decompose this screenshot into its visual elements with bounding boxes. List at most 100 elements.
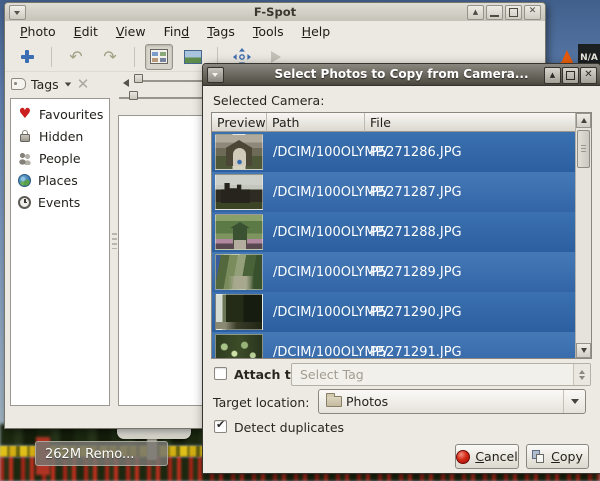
scroll-down-button[interactable] (576, 343, 591, 358)
maximize-button[interactable] (505, 5, 522, 20)
dialog-titlebar[interactable]: Select Photos to Copy from Camera... (203, 64, 600, 86)
cancel-button[interactable]: Cancel (455, 444, 519, 469)
column-header-preview[interactable]: Preview (212, 113, 267, 132)
fspot-titlebar[interactable]: F-Spot (5, 3, 545, 22)
copy-button[interactable]: Copy (526, 444, 589, 469)
copy-button-label: Copy (551, 449, 583, 464)
detect-duplicates-row: Detect duplicates (203, 418, 600, 436)
dialog-maximize-button[interactable] (562, 67, 579, 84)
toolbar-separator (134, 47, 135, 67)
combo-dropdown-button[interactable] (563, 390, 585, 413)
cell-path: /DCIM/100OLYMP/ (267, 225, 365, 240)
tag-item-people[interactable]: People (11, 147, 109, 169)
single-image-icon (184, 50, 202, 64)
close-button[interactable] (524, 5, 541, 20)
attach-tag-checkbox[interactable] (214, 367, 227, 380)
photo-thumbnail (215, 254, 263, 290)
tag-list: ♥ Favourites Hidden People Places Events (10, 98, 110, 406)
cell-file: P5271286.JPG (365, 145, 575, 160)
table-row[interactable]: /DCIM/100OLYMP/ P5271289.JPG (212, 252, 575, 292)
scrollbar-thumb[interactable] (577, 130, 590, 168)
photo-table: Preview Path File /DCIM/100OLYMP/ P52712… (211, 112, 592, 359)
timeline-track-upper (135, 80, 207, 82)
detect-duplicates-checkbox[interactable] (214, 420, 227, 433)
import-button[interactable] (13, 44, 41, 70)
pane-splitter[interactable] (112, 233, 117, 249)
target-location-row: Target location: Photos (203, 388, 600, 414)
padlock-icon (18, 130, 32, 143)
clock-icon (18, 196, 31, 209)
rotate-right-button[interactable]: ↷ (96, 44, 124, 70)
combo-spinner-icon[interactable] (573, 364, 590, 385)
menu-view[interactable]: View (107, 21, 155, 42)
attach-tag-row: Attach tag: Select Tag (203, 363, 600, 387)
column-header-file[interactable]: File (365, 113, 575, 132)
menu-photo[interactable]: Photo (11, 21, 65, 42)
target-location-combobox[interactable]: Photos (318, 389, 586, 414)
tags-filter-bar: Tags ✕ (11, 72, 109, 96)
detect-duplicates-label: Detect duplicates (234, 420, 344, 435)
cell-path: /DCIM/100OLYMP/ (267, 345, 365, 359)
timeline-handle-lower[interactable] (129, 91, 138, 100)
target-location-label: Target location: (213, 395, 309, 410)
tag-item-hidden[interactable]: Hidden (11, 125, 109, 147)
tags-selector-label[interactable]: Tags (31, 77, 59, 92)
cancel-button-label: Cancel (475, 449, 517, 464)
cell-file: P5271291.JPG (365, 345, 575, 359)
dialog-close-button[interactable] (580, 67, 597, 84)
cell-file: P5271287.JPG (365, 185, 575, 200)
cell-path: /DCIM/100OLYMP/ (267, 145, 365, 160)
select-tag-combobox[interactable]: Select Tag (291, 363, 591, 386)
menu-tags[interactable]: Tags (198, 21, 244, 42)
menu-find[interactable]: Find (155, 21, 199, 42)
tag-item-favourites[interactable]: ♥ Favourites (11, 103, 109, 125)
shade-button[interactable] (467, 5, 484, 20)
folder-icon (326, 396, 342, 407)
chevron-down-icon[interactable] (64, 82, 70, 86)
tag-item-label: People (39, 151, 81, 166)
menu-tools[interactable]: Tools (244, 21, 293, 42)
menu-help[interactable]: Help (293, 21, 340, 42)
chevron-down-icon (571, 399, 579, 404)
table-row[interactable]: /DCIM/100OLYMP/ P5271288.JPG (212, 212, 575, 252)
heart-icon: ♥ (18, 108, 32, 121)
cell-path: /DCIM/100OLYMP/ (267, 265, 365, 280)
stop-icon (456, 450, 470, 464)
rotate-right-icon: ↷ (103, 49, 116, 65)
clear-tags-icon[interactable]: ✕ (77, 77, 90, 91)
window-title: F-Spot (5, 5, 545, 19)
table-header: Preview Path File (212, 113, 575, 132)
photo-thumbnail (215, 134, 263, 170)
timeline-handle-upper[interactable] (134, 74, 143, 83)
import-plus-icon (20, 49, 35, 64)
browse-view-button[interactable] (145, 44, 173, 70)
cell-file: P5271288.JPG (365, 225, 575, 240)
dialog-title: Select Photos to Copy from Camera... (203, 67, 600, 81)
target-location-value: Photos (346, 394, 388, 409)
column-header-path[interactable]: Path (267, 113, 365, 132)
cell-file: P5271289.JPG (365, 265, 575, 280)
table-row[interactable]: /DCIM/100OLYMP/ P5271286.JPG (212, 132, 575, 172)
tag-item-events[interactable]: Events (11, 191, 109, 213)
rotate-left-button[interactable]: ↶ (62, 44, 90, 70)
table-row[interactable]: /DCIM/100OLYMP/ P5271287.JPG (212, 172, 575, 212)
table-row[interactable]: /DCIM/100OLYMP/ P5271291.JPG (212, 332, 575, 358)
tag-item-label: Favourites (39, 107, 103, 122)
minimize-button[interactable] (486, 5, 503, 20)
tag-item-label: Events (38, 195, 80, 210)
tag-item-label: Places (38, 173, 78, 188)
menubar: Photo Edit View Find Tags Tools Help (5, 21, 545, 42)
people-icon (18, 152, 32, 165)
menu-edit[interactable]: Edit (65, 21, 107, 42)
copy-icon (532, 450, 546, 464)
cell-path: /DCIM/100OLYMP/ (267, 185, 365, 200)
table-row[interactable]: /DCIM/100OLYMP/ P5271290.JPG (212, 292, 575, 332)
scroll-up-button[interactable] (576, 113, 591, 128)
tag-item-places[interactable]: Places (11, 169, 109, 191)
taskbar-hint: 262M Remo... (35, 441, 168, 466)
dialog-shade-button[interactable] (544, 67, 561, 84)
weather-widget-value: N/A (578, 53, 600, 63)
table-scrollbar[interactable] (575, 113, 591, 358)
timeline-left-arrow[interactable] (123, 79, 129, 87)
photo-thumbnail (215, 334, 263, 358)
